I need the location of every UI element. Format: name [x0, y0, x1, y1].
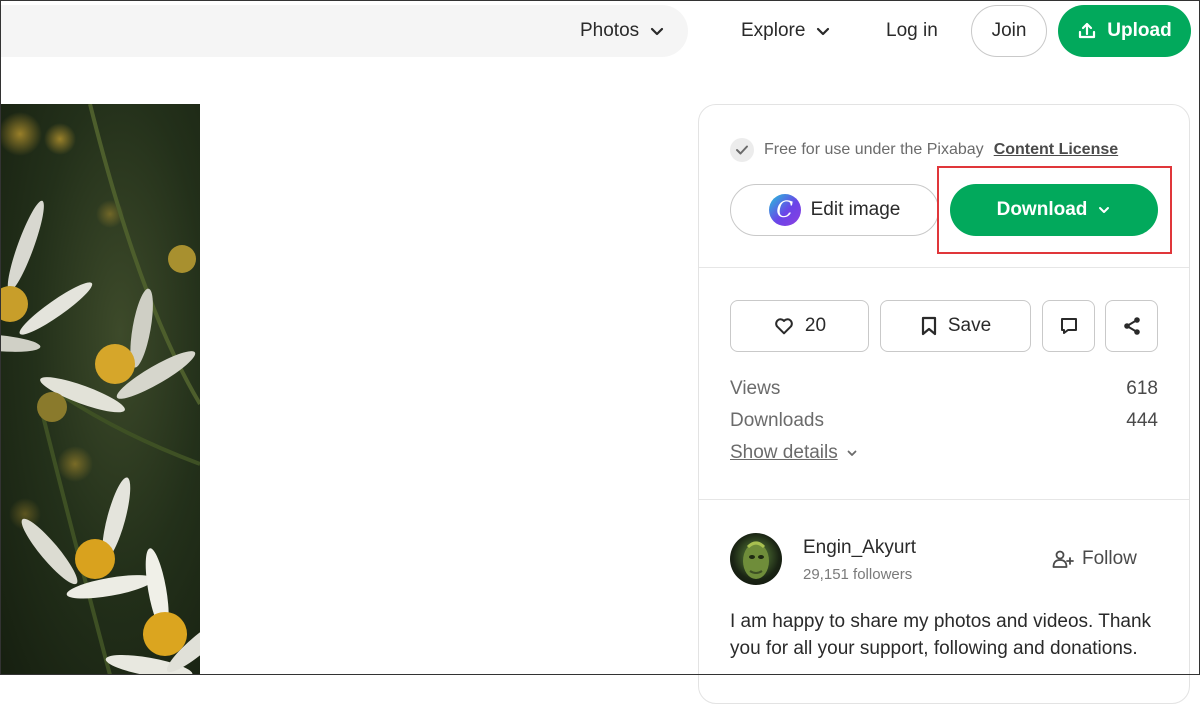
canva-logo-icon: C [768, 194, 801, 226]
chevron-down-icon [651, 27, 664, 36]
media-type-label: Photos [580, 20, 640, 41]
download-button[interactable]: Download [950, 184, 1158, 236]
follow-button[interactable]: Follow [1046, 543, 1143, 575]
comment-icon [1060, 318, 1077, 334]
upload-button[interactable]: Upload [1058, 5, 1191, 57]
follow-label: Follow [1082, 548, 1137, 569]
share-button[interactable] [1105, 300, 1158, 352]
author-name[interactable]: Engin_Akyurt [803, 537, 916, 559]
panel-divider [699, 267, 1189, 268]
heart-icon [775, 318, 793, 335]
stat-value: 444 [1126, 410, 1158, 431]
like-button[interactable]: 20 [730, 300, 869, 352]
join-button[interactable]: Join [971, 5, 1047, 57]
bookmark-icon [921, 316, 936, 336]
upload-icon [1079, 22, 1096, 39]
chevron-down-icon [1099, 207, 1110, 213]
comment-button[interactable] [1042, 300, 1095, 352]
show-details-toggle[interactable]: Show details [730, 440, 858, 466]
author-bio: I am happy to share my photos and videos… [730, 611, 1152, 659]
login-link[interactable]: Log in [886, 18, 938, 44]
check-icon [730, 138, 754, 162]
explore-menu[interactable]: Explore [741, 18, 831, 44]
likes-count: 20 [804, 315, 827, 336]
content-license-link[interactable]: Content License [994, 141, 1118, 159]
chevron-down-icon [847, 450, 857, 456]
views-stat: Views 618 [730, 376, 1158, 402]
downloads-stat: Downloads 444 [730, 408, 1158, 434]
show-details-label: Show details [730, 442, 838, 463]
share-icon [1123, 317, 1140, 335]
author-followers: 29,151 followers [803, 566, 913, 583]
edit-image-label: Edit image [810, 199, 901, 220]
save-label: Save [947, 315, 992, 336]
main-photo[interactable] [0, 104, 200, 675]
save-button[interactable]: Save [880, 300, 1031, 352]
stat-label: Views [730, 378, 781, 399]
download-label: Download [996, 199, 1088, 220]
upload-label: Upload [1107, 20, 1172, 41]
license-notice: Free for use under the Pixabay Content L… [730, 138, 1118, 162]
panel-divider [699, 499, 1189, 500]
media-type-select[interactable]: Photos [580, 18, 665, 44]
stat-value: 618 [1126, 378, 1158, 399]
chevron-down-icon [817, 27, 830, 36]
license-text: Free for use under the Pixabay [764, 141, 984, 158]
add-user-icon [1052, 550, 1074, 568]
explore-label: Explore [741, 20, 806, 41]
stat-label: Downloads [730, 410, 824, 431]
daisy-photo-illustration [0, 104, 200, 675]
edit-image-button[interactable]: C Edit image [730, 184, 939, 236]
author-avatar[interactable] [730, 533, 782, 585]
